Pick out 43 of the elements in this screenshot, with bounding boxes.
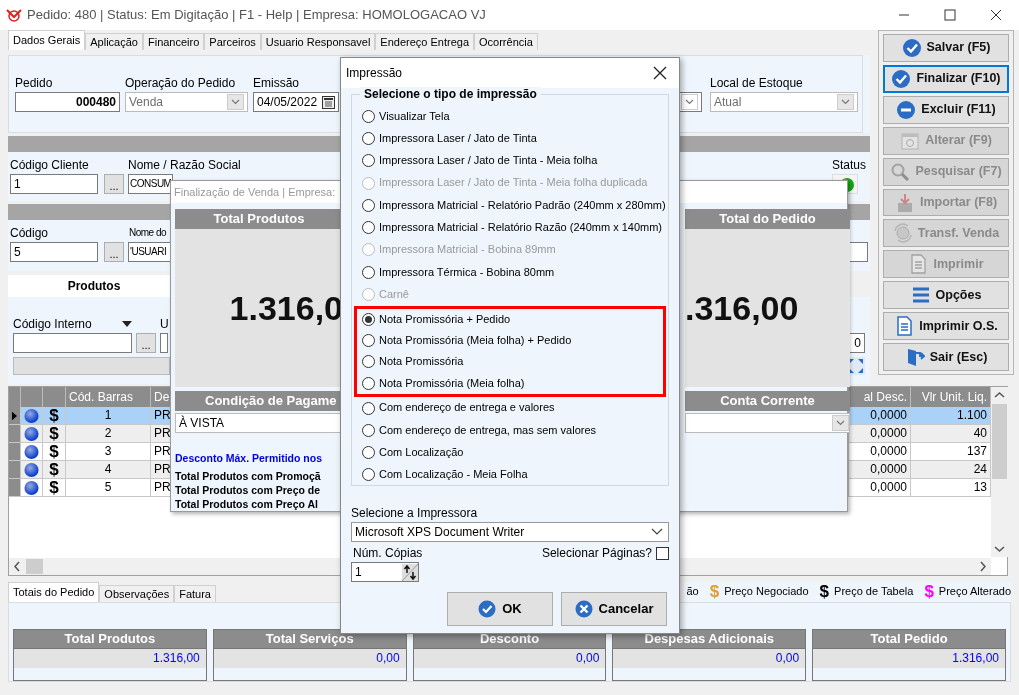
legend-label: ão xyxy=(686,585,699,599)
dialog-title: Impressão xyxy=(346,65,403,81)
section-header: Condição de Pagame xyxy=(175,391,343,411)
field-label: Nome / Razão Social xyxy=(128,158,241,172)
checkbox-label: Selecionar Páginas? xyxy=(541,546,652,560)
field-label: Pedido xyxy=(15,76,53,90)
field-label: Status xyxy=(831,158,866,172)
field-label: Operação do Pedido xyxy=(125,76,236,90)
total-amount: 1.316,0 xyxy=(229,287,343,329)
total-label: Total Produtos xyxy=(14,630,206,648)
group-label: Selecione o tipo de impressão xyxy=(360,87,541,102)
total-value: 0,00 xyxy=(213,648,406,668)
dollar-icon: $ xyxy=(709,583,720,601)
note-text: Total Produtos com Preço Al xyxy=(175,497,319,511)
field-label: Núm. Cópias xyxy=(353,546,423,560)
note-text: Total Produtos com Preço de xyxy=(175,483,322,497)
total-value: 1.316,00 xyxy=(14,648,206,668)
field-label: Código Interno xyxy=(13,317,92,331)
note-text: Desconto Máx. Permitido nos xyxy=(175,451,324,465)
field-label: Emissão xyxy=(253,76,299,90)
total-label: Total Serviços xyxy=(213,630,406,648)
legend-label: Preço Alterado xyxy=(938,585,1011,599)
field-label: Código Cliente xyxy=(10,158,89,172)
field-label: Nome do xyxy=(128,226,168,240)
total-value: 0,00 xyxy=(413,648,606,668)
field-label: U xyxy=(160,317,169,331)
total-value: 1.316,00 xyxy=(813,648,1005,668)
total-amount: .316,00 xyxy=(685,287,799,329)
legend-label: Preço Negociado xyxy=(724,585,809,599)
section-header: Total do Pedido xyxy=(685,209,850,229)
dollar-icon: $ xyxy=(819,583,830,601)
total-value: 0,00 xyxy=(613,648,806,668)
legend-label: Preço de Tabela xyxy=(834,585,914,599)
total-label: Despesas Adicionais xyxy=(613,630,806,648)
section-header: Total Produtos xyxy=(175,209,343,229)
field-label: Código xyxy=(10,226,49,240)
window-title: Pedido: 480 | Status: Em Digitação | F1 - Help | Empresa: HOMOLOGACAO VJ xyxy=(27,7,486,23)
dollar-icon: $ xyxy=(924,583,934,601)
field-label: Selecione a Impressora xyxy=(351,506,478,520)
section-header: Conta Corrente xyxy=(685,391,850,411)
total-label: Total Pedido xyxy=(813,630,1005,648)
note-text: Total Produtos com Promoçã xyxy=(175,469,322,483)
field-label: Local de Estoque xyxy=(710,76,803,90)
